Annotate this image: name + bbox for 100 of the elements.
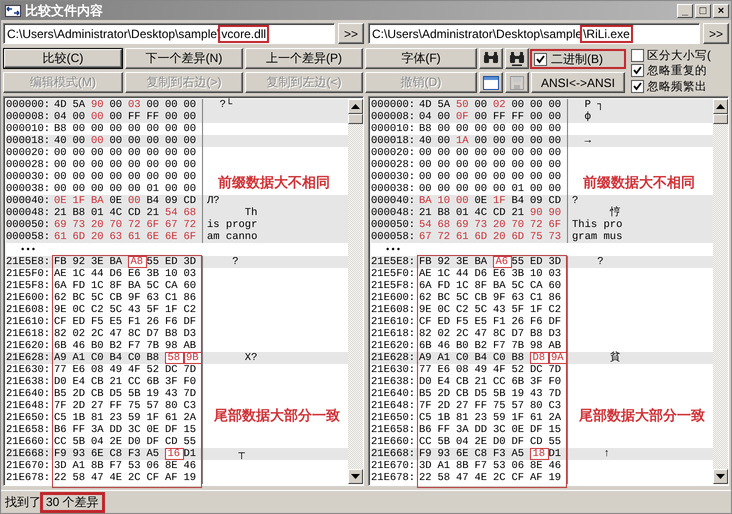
ansi-button[interactable]: ANSI<->ANSI <box>531 72 625 93</box>
option-checkbox[interactable]: 忽略频繁出 <box>631 78 731 94</box>
scroll-down-icon[interactable] <box>348 469 363 484</box>
hex-byte: 6D <box>474 231 488 243</box>
hex-byte: BA <box>419 195 433 207</box>
toolbar-button[interactable]: 字体(F) <box>365 48 477 69</box>
file-path-field[interactable]: C:\Users\Administrator\Desktop\sample\RiLi.exe <box>368 23 700 44</box>
hex-byte: 2C <box>91 328 105 340</box>
maximize-button[interactable]: □ <box>695 4 711 18</box>
hex-byte: 00 <box>530 147 544 159</box>
hex-address: 21E5F0: <box>371 268 416 280</box>
minimize-button[interactable]: _ <box>677 4 693 18</box>
hex-byte: 7B <box>146 340 160 352</box>
hex-address: 21E610: <box>6 316 52 328</box>
hex-address: 000020: <box>6 147 52 159</box>
hex-byte: 19 <box>146 388 160 400</box>
hex-byte: 00 <box>184 99 198 111</box>
hex-byte: B2 <box>110 340 124 352</box>
hex-byte: D0 <box>54 376 68 388</box>
hex-byte: 20 <box>91 231 105 243</box>
hex-byte: 6B <box>512 376 526 388</box>
hex-byte: 04 <box>91 436 105 448</box>
checkmark-icon <box>632 80 643 92</box>
hex-byte: C8 <box>110 448 124 460</box>
toolbar-button[interactable]: 上一个差异(P) <box>245 48 363 69</box>
hex-byte: C0 <box>456 352 470 364</box>
hex-byte: 01 <box>512 183 526 195</box>
hex-byte: 00 <box>456 147 470 159</box>
hex-byte: 1F <box>530 304 544 316</box>
hex-byte: 10 <box>438 195 452 207</box>
hex-byte: 3C <box>493 424 507 436</box>
status-text: 找到了 <box>5 494 41 510</box>
hex-address: 21E630: <box>6 364 52 376</box>
hex-byte: 00 <box>474 171 488 183</box>
hex-byte: 7D <box>184 388 198 400</box>
hex-byte: 0E <box>54 195 68 207</box>
hex-byte: 09 <box>165 195 179 207</box>
hex-byte: ED <box>72 316 86 328</box>
scroll-thumb[interactable] <box>348 114 363 124</box>
hex-byte: 3D <box>419 460 433 472</box>
hex-byte: 46 <box>438 340 452 352</box>
hex-byte: 00 <box>146 147 160 159</box>
scrollbar[interactable] <box>348 99 363 484</box>
hex-byte: CF <box>146 472 160 484</box>
hex-byte: 93 <box>438 448 452 460</box>
hex-byte: 61 <box>456 231 470 243</box>
browse-button[interactable]: >> <box>338 23 364 44</box>
toolbar-button[interactable]: 下一个差异(N) <box>125 48 243 69</box>
hex-byte: B0 <box>91 340 105 352</box>
hex-byte: 67 <box>165 219 179 231</box>
binary-checkbox[interactable]: 二进制(B) <box>531 50 625 68</box>
hex-byte: 9E <box>419 304 433 316</box>
hex-byte: 4E <box>474 472 488 484</box>
option-checkbox[interactable]: 区分大小写( <box>631 48 731 64</box>
scroll-up-icon[interactable] <box>713 99 728 114</box>
hex-byte: 1F <box>493 195 507 207</box>
hex-byte: BA <box>91 195 105 207</box>
hex-byte: B8 <box>512 352 526 364</box>
hex-byte: FF <box>72 424 86 436</box>
hex-byte: 53 <box>128 460 142 472</box>
hex-byte: 00 <box>530 183 544 195</box>
browse-button[interactable]: >> <box>703 23 729 44</box>
hex-address: 000038: <box>371 183 416 195</box>
hex-address: 21E638: <box>6 376 52 388</box>
hex-byte: 01 <box>456 207 470 219</box>
scroll-down-icon[interactable] <box>713 469 728 484</box>
binoculars-icon[interactable] <box>479 48 503 69</box>
hex-byte: FF <box>493 111 507 123</box>
scroll-thumb[interactable] <box>713 114 728 124</box>
hex-address: 000040: <box>6 195 52 207</box>
hex-byte: 00 <box>419 159 433 171</box>
hex-byte: E4 <box>72 376 86 388</box>
option-checkbox[interactable]: 忽略重复的 <box>631 63 731 78</box>
hex-byte: 47 <box>456 472 470 484</box>
hex-byte: 55 <box>184 436 198 448</box>
hex-byte: 03 <box>548 268 562 280</box>
hex-byte: 5C <box>456 292 470 304</box>
hex-byte: B4 <box>512 195 526 207</box>
scrollbar[interactable] <box>713 99 728 484</box>
hex-address: 000038: <box>6 183 52 195</box>
binoculars-icon[interactable] <box>505 48 529 69</box>
checkmark-icon <box>535 54 546 64</box>
close-button[interactable]: × <box>713 4 729 18</box>
window-icon[interactable] <box>479 72 503 93</box>
toolbar-button[interactable]: 比较(C) <box>3 48 123 69</box>
hex-byte: 1F <box>512 412 526 424</box>
hex-byte: 00 <box>165 135 179 147</box>
hex-byte: 0C <box>72 304 86 316</box>
hex-byte: 00 <box>72 111 86 123</box>
hex-byte: 00 <box>91 183 105 195</box>
hex-byte: 00 <box>128 171 142 183</box>
hex-byte: 00 <box>456 159 470 171</box>
hex-byte: 57 <box>512 400 526 412</box>
scroll-up-icon[interactable] <box>348 99 363 114</box>
hex-byte: F3 <box>493 448 507 460</box>
hex-byte: FF <box>438 424 452 436</box>
hex-byte: A9 <box>54 352 68 364</box>
hex-byte: 00 <box>54 147 68 159</box>
hex-byte: 92 <box>438 256 452 268</box>
hex-byte: 8B <box>456 460 470 472</box>
